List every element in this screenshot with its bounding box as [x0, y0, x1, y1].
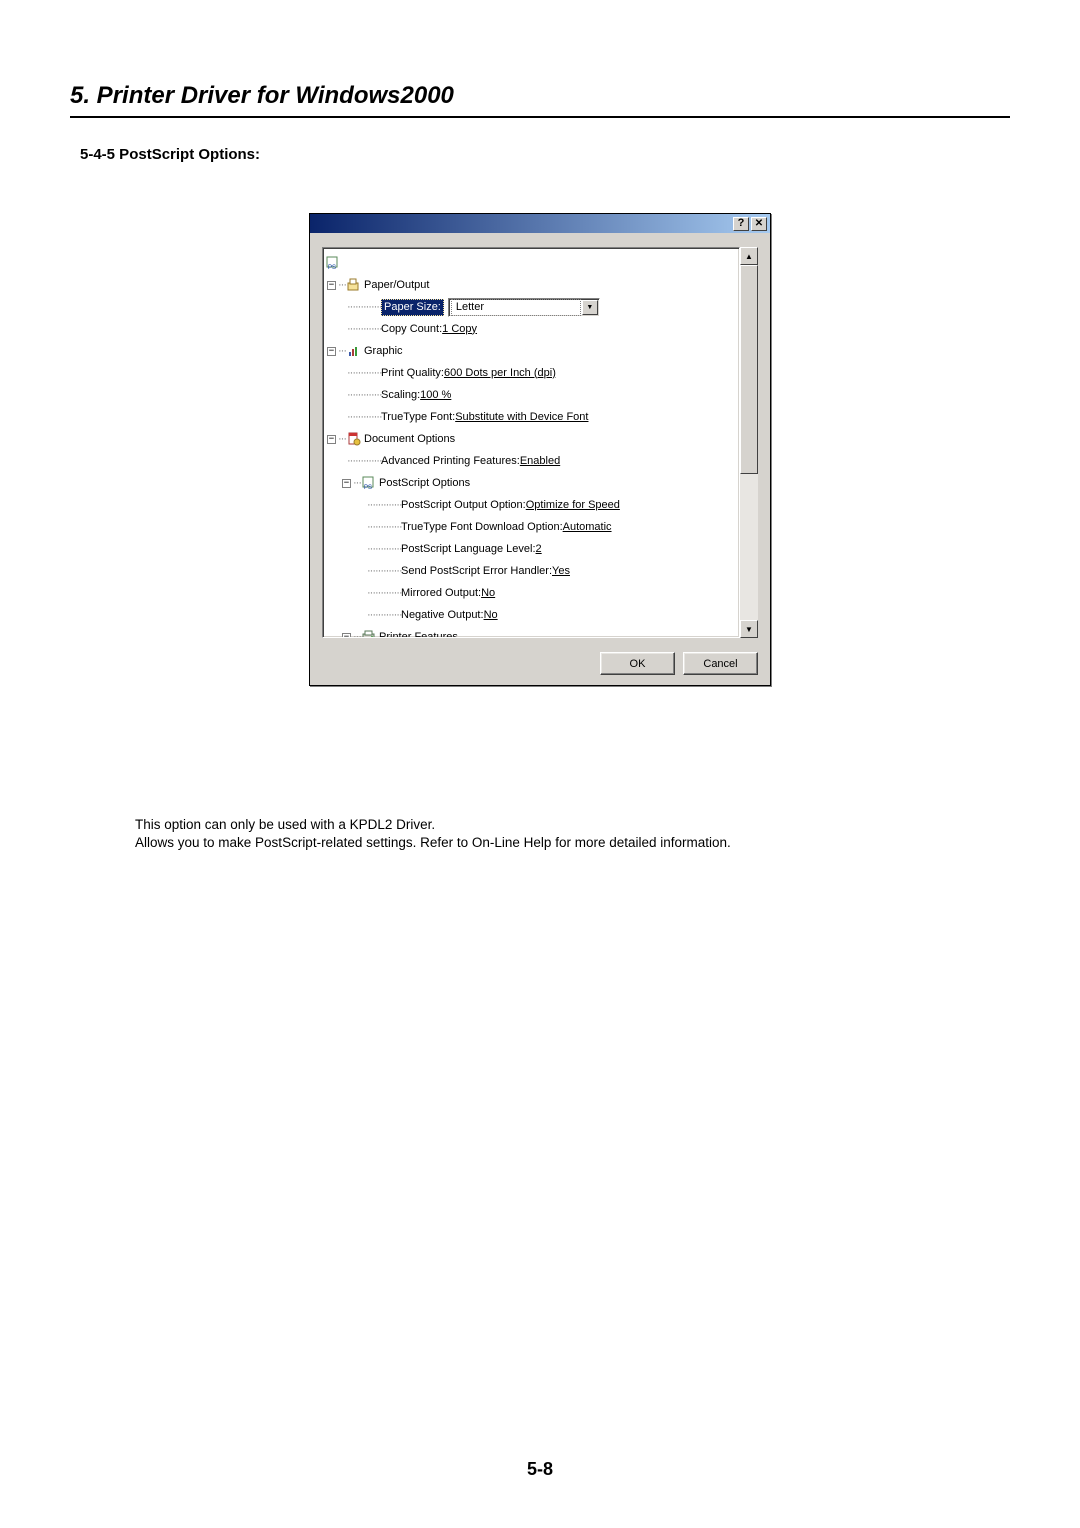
printer-features-label: Printer Features [379, 630, 458, 639]
adv-printing-label: Advanced Printing Features: [381, 454, 520, 469]
postscript-icon: PS [361, 475, 377, 491]
scaling-value[interactable]: 100 % [420, 388, 451, 403]
print-quality-value[interactable]: 600 Dots per Inch (dpi) [444, 366, 556, 381]
expander-icon[interactable]: − [342, 479, 351, 488]
paper-output-label: Paper/Output [364, 278, 429, 293]
mirrored-output-value[interactable]: No [481, 586, 495, 601]
help-button[interactable]: ? [733, 217, 749, 231]
close-button[interactable]: ✕ [751, 217, 767, 231]
chevron-down-icon[interactable]: ▼ [582, 300, 598, 315]
negative-output-label: Negative Output: [401, 608, 484, 623]
copy-count-value[interactable]: 1 Copy [442, 322, 477, 337]
paper-size-label[interactable]: Paper Size: [381, 299, 444, 316]
postscript-options-label: PostScript Options [379, 476, 470, 491]
graphic-icon [346, 343, 362, 359]
expander-icon[interactable]: − [342, 633, 351, 639]
scroll-down-icon[interactable]: ▼ [740, 620, 758, 638]
print-quality-label: Print Quality: [381, 366, 444, 381]
advanced-options-tree[interactable]: PS − ··· Paper/Output [322, 247, 740, 638]
vertical-scrollbar[interactable]: ▲ ▼ [740, 247, 758, 638]
ps-lang-level-label: PostScript Language Level: [401, 542, 536, 557]
ps-lang-level-value[interactable]: 2 [536, 542, 542, 557]
tt-download-value[interactable]: Automatic [563, 520, 612, 535]
adv-printing-value[interactable]: Enabled [520, 454, 560, 469]
graphic-label: Graphic [364, 344, 403, 359]
section-subheading: 5-4-5 PostScript Options: [80, 146, 1010, 163]
truetype-font-label: TrueType Font: [381, 410, 455, 425]
scroll-thumb[interactable] [740, 265, 758, 474]
cancel-button[interactable]: Cancel [683, 652, 758, 675]
note-line-2: Allows you to make PostScript-related se… [135, 834, 1010, 852]
svg-text:PS: PS [364, 485, 372, 491]
note-line-1: This option can only be used with a KPDL… [135, 816, 1010, 834]
ps-output-option-value[interactable]: Optimize for Speed [526, 498, 620, 513]
note-text: This option can only be used with a KPDL… [135, 816, 1010, 852]
page-heading: 5. Printer Driver for Windows2000 [70, 82, 1010, 118]
negative-output-value[interactable]: No [484, 608, 498, 623]
expander-icon[interactable]: − [327, 435, 336, 444]
paper-size-dropdown[interactable]: Letter ▼ [448, 298, 600, 317]
document-options-icon [346, 431, 362, 447]
ps-output-option-label: PostScript Output Option: [401, 498, 526, 513]
document-options-label: Document Options [364, 432, 455, 447]
mirrored-output-label: Mirrored Output: [401, 586, 481, 601]
printer-ps-icon: PS [325, 255, 341, 271]
paper-output-icon [346, 277, 362, 293]
paper-size-value: Letter [451, 299, 581, 316]
scaling-label: Scaling: [381, 388, 420, 403]
copy-count-label: Copy Count: [381, 322, 442, 337]
ps-error-handler-label: Send PostScript Error Handler: [401, 564, 552, 579]
page-number: 5-8 [0, 1459, 1080, 1480]
ps-error-handler-value[interactable]: Yes [552, 564, 570, 579]
svg-text:PS: PS [328, 265, 336, 271]
truetype-font-value[interactable]: Substitute with Device Font [455, 410, 588, 425]
expander-icon[interactable]: − [327, 281, 336, 290]
tt-download-label: TrueType Font Download Option: [401, 520, 563, 535]
printer-features-icon [361, 629, 377, 638]
dialog-screenshot: ? ✕ PS [309, 213, 771, 686]
expander-icon[interactable]: − [327, 347, 336, 356]
scroll-up-icon[interactable]: ▲ [740, 247, 758, 265]
ok-button[interactable]: OK [600, 652, 675, 675]
titlebar: ? ✕ [310, 214, 770, 233]
